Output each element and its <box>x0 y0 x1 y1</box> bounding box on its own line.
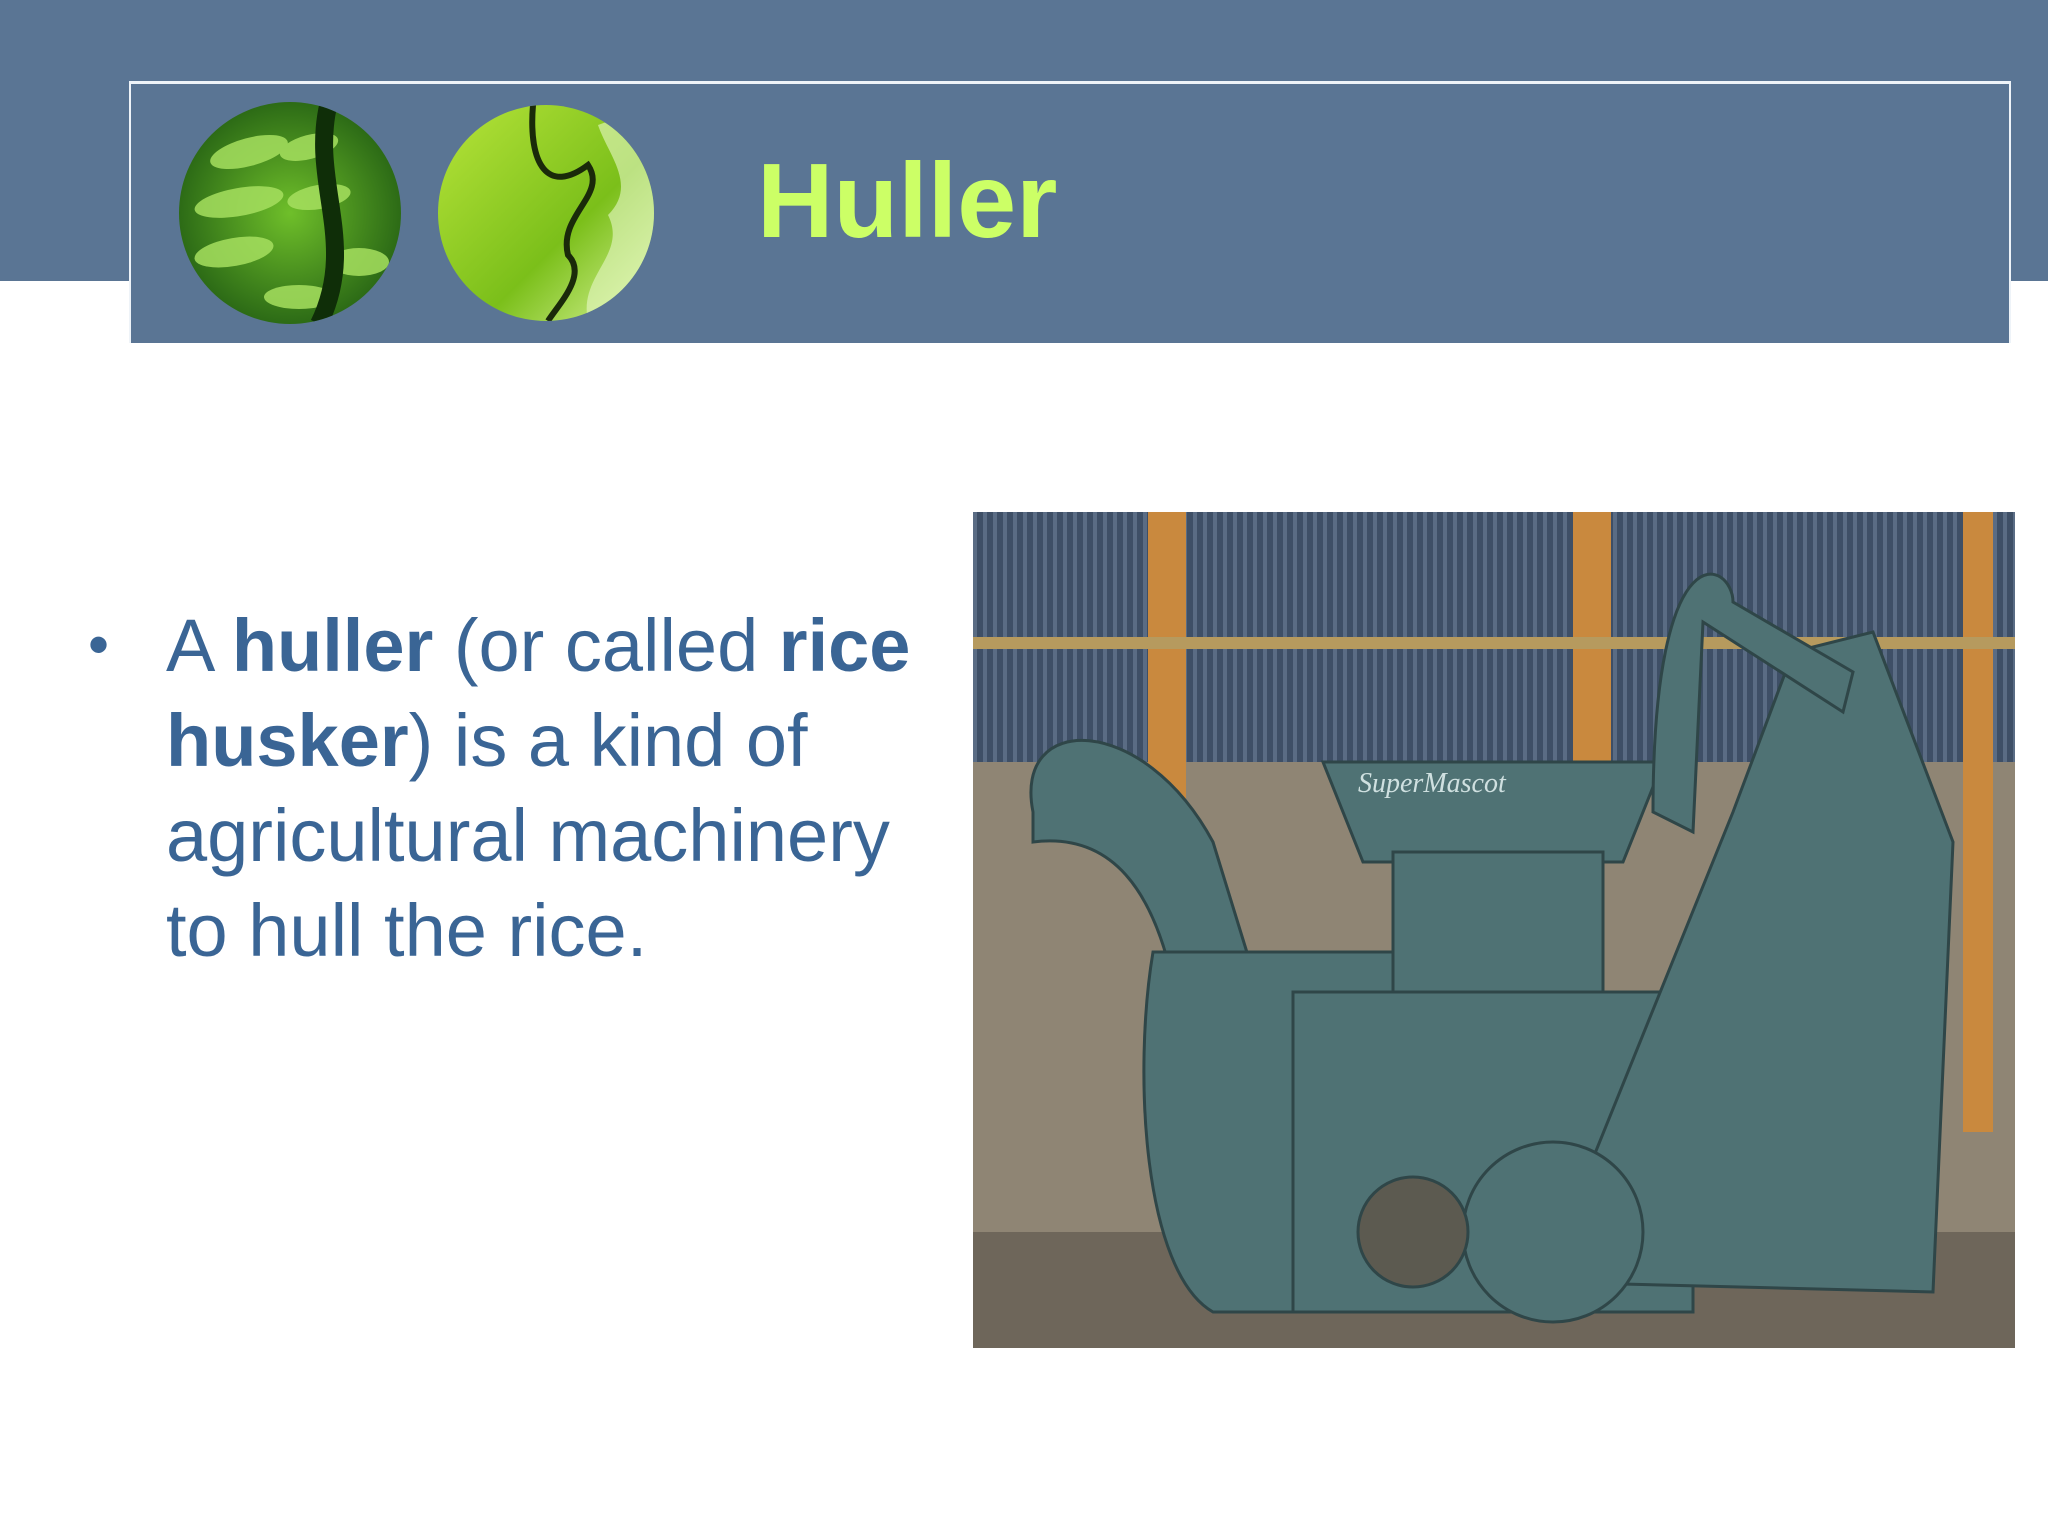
bold-term-huller: huller <box>231 604 434 687</box>
leaf-circle-image-2 <box>438 105 654 321</box>
text-run: (or called <box>433 604 779 687</box>
text-run: A <box>166 604 232 687</box>
bullet-text: A huller (or called rice husker) is a ki… <box>166 598 946 978</box>
leaf-circle-image-1 <box>179 102 401 324</box>
machine-brand-label: SuperMascot <box>1358 768 1507 799</box>
bullet-marker: • <box>88 611 110 678</box>
slide-title: Huller <box>757 142 1058 260</box>
title-box <box>129 81 2011 343</box>
huller-machine-photo: SuperMascot <box>973 512 2015 1348</box>
